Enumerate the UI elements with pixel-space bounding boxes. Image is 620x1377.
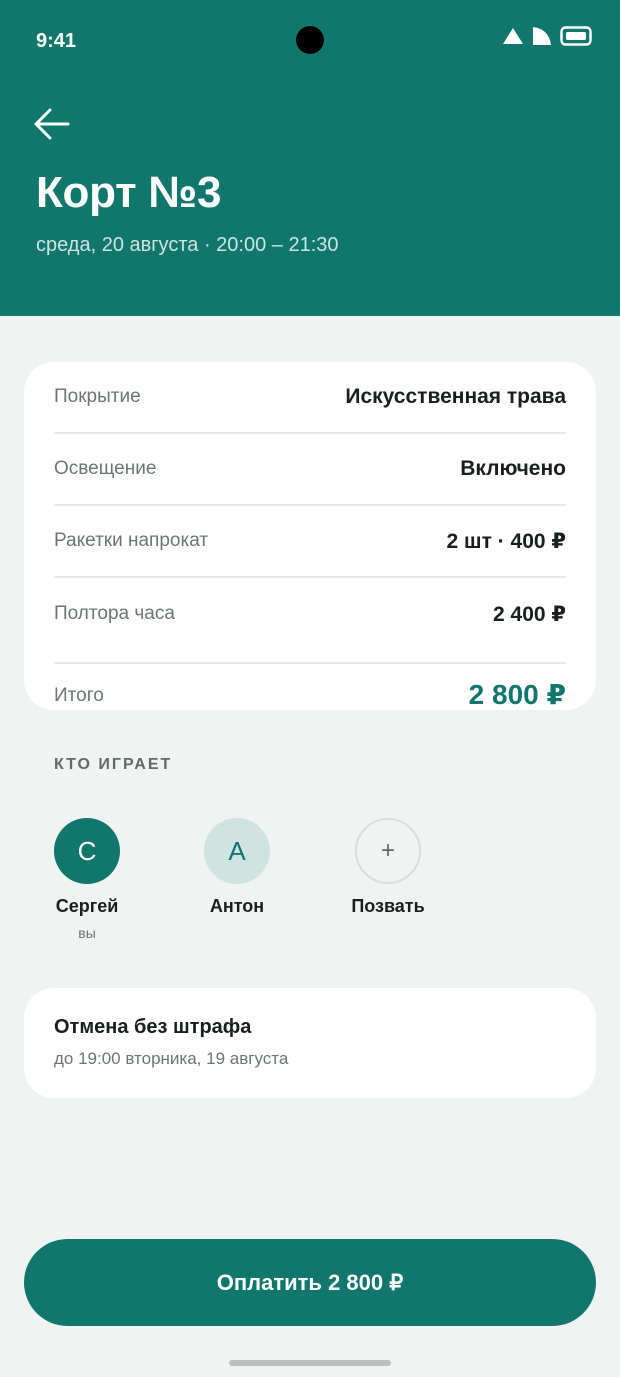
detail-row-total: Итого 2 800 ₽	[54, 662, 566, 710]
player-anton[interactable]: А Антон	[167, 818, 307, 917]
header: 9:41 Корт №3 среда, 20 августа · 20:00 –…	[0, 0, 620, 316]
detail-value: Искусственная трава	[345, 385, 566, 408]
invite-player-button[interactable]: + Позвать	[318, 818, 458, 917]
booking-details-card: Покрытие Искусственная трава Освещение В…	[24, 362, 596, 710]
signal-icon	[503, 28, 523, 44]
home-indicator[interactable]	[229, 1360, 391, 1366]
detail-label: Полтора часа	[54, 603, 175, 624]
total-label: Итого	[54, 685, 104, 706]
plus-icon[interactable]: +	[355, 818, 421, 884]
player-name: Антон	[209, 896, 265, 916]
invite-label: Позвать	[351, 896, 425, 916]
detail-label: Ракетки напрокат	[54, 530, 209, 551]
player-sergey[interactable]: С Сергей вы	[17, 818, 157, 941]
avatar: С	[54, 818, 120, 884]
total-value: 2 800 ₽	[468, 678, 566, 710]
back-arrow-icon	[34, 108, 70, 140]
detail-label: Покрытие	[54, 386, 141, 407]
pay-button[interactable]: Оплатить 2 800 ₽	[24, 1239, 596, 1326]
detail-row-rackets: Ракетки напрокат 2 шт · 400 ₽	[54, 506, 566, 578]
cancellation-title: Отмена без штрафа	[54, 1016, 252, 1038]
cancellation-deadline: до 19:00 вторника, 19 августа	[54, 1049, 289, 1068]
detail-row-duration: Полтора часа 2 400 ₽	[54, 578, 566, 650]
camera-cutout	[296, 26, 324, 54]
detail-value: 2 400 ₽	[493, 602, 566, 626]
detail-value: 2 шт · 400 ₽	[446, 529, 566, 553]
page-title: Корт №3	[36, 168, 222, 217]
status-icons	[502, 26, 592, 46]
players-section-label: КТО ИГРАЕТ	[54, 756, 173, 773]
status-time: 9:41	[36, 30, 77, 52]
battery-icon	[560, 26, 592, 46]
detail-label: Освещение	[54, 458, 157, 479]
detail-row-lighting: Освещение Включено	[54, 434, 566, 506]
booking-screen: 9:41 Корт №3 среда, 20 августа · 20:00 –…	[0, 0, 620, 1377]
player-you-label: вы	[78, 925, 96, 941]
detail-row-surface: Покрытие Искусственная трава	[54, 362, 566, 434]
player-name: Сергей	[55, 896, 119, 916]
detail-value: Включено	[460, 457, 566, 480]
booking-datetime: среда, 20 августа · 20:00 – 21:30	[36, 234, 339, 256]
cancellation-policy-card: Отмена без штрафа до 19:00 вторника, 19 …	[24, 988, 596, 1098]
back-button[interactable]	[32, 104, 72, 144]
avatar: А	[204, 818, 270, 884]
network-icon	[533, 27, 551, 45]
